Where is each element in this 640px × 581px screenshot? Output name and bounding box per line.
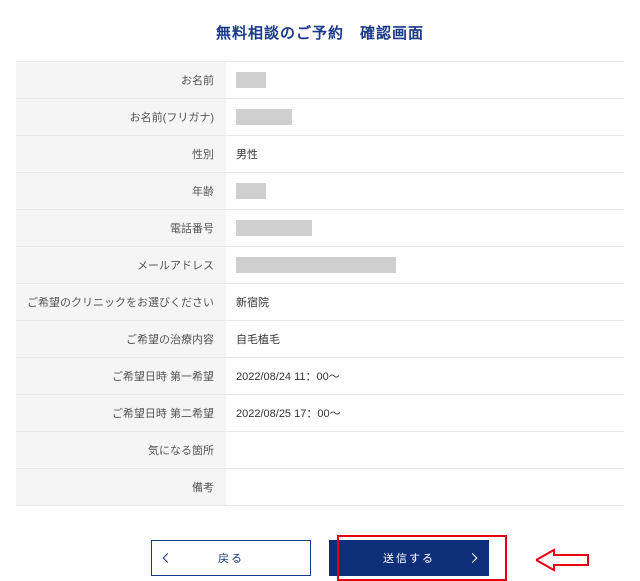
table-row: ご希望のクリニックをお選びください新宿院	[16, 284, 624, 321]
field-value: 男性	[226, 136, 624, 173]
confirmation-table: お名前お名前(フリガナ)性別男性年齢電話番号メールアドレスご希望のクリニックをお…	[16, 61, 624, 506]
field-value: 2022/08/24 11：00～	[226, 358, 624, 395]
page-title: 無料相談のご予約 確認画面	[0, 0, 640, 61]
field-label: ご希望日時 第二希望	[16, 395, 226, 432]
button-row: 戻る 送信する	[0, 540, 640, 576]
table-row: 年齢	[16, 173, 624, 210]
field-value: 自毛植毛	[226, 321, 624, 358]
field-label: ご希望の治療内容	[16, 321, 226, 358]
field-label: 性別	[16, 136, 226, 173]
table-row: ご希望の治療内容自毛植毛	[16, 321, 624, 358]
field-label: 備考	[16, 469, 226, 506]
field-value	[226, 432, 624, 469]
field-label: 気になる箇所	[16, 432, 226, 469]
table-row: ご希望日時 第二希望2022/08/25 17：00～	[16, 395, 624, 432]
table-row: 備考	[16, 469, 624, 506]
masked-value	[236, 183, 266, 199]
field-value: 新宿院	[226, 284, 624, 321]
field-label: お名前(フリガナ)	[16, 99, 226, 136]
table-row: お名前	[16, 62, 624, 99]
back-button-label: 戻る	[152, 550, 310, 566]
field-value	[226, 210, 624, 247]
table-row: 電話番号	[16, 210, 624, 247]
field-label: 電話番号	[16, 210, 226, 247]
table-row: メールアドレス	[16, 247, 624, 284]
masked-value	[236, 220, 312, 236]
field-value	[226, 62, 624, 99]
field-value: 2022/08/25 17：00～	[226, 395, 624, 432]
field-value	[226, 469, 624, 506]
field-label: ご希望のクリニックをお選びください	[16, 284, 226, 321]
field-label: お名前	[16, 62, 226, 99]
field-label: メールアドレス	[16, 247, 226, 284]
masked-value	[236, 72, 266, 88]
table-row: ご希望日時 第一希望2022/08/24 11：00～	[16, 358, 624, 395]
masked-value	[236, 109, 292, 125]
masked-value	[236, 257, 396, 273]
pointer-arrow-icon	[536, 548, 592, 572]
field-label: ご希望日時 第一希望	[16, 358, 226, 395]
table-row: お名前(フリガナ)	[16, 99, 624, 136]
field-value	[226, 99, 624, 136]
table-row: 性別男性	[16, 136, 624, 173]
field-value	[226, 173, 624, 210]
submit-button[interactable]: 送信する	[329, 540, 489, 576]
submit-button-label: 送信する	[330, 550, 488, 566]
field-value	[226, 247, 624, 284]
back-button[interactable]: 戻る	[151, 540, 311, 576]
field-label: 年齢	[16, 173, 226, 210]
table-row: 気になる箇所	[16, 432, 624, 469]
